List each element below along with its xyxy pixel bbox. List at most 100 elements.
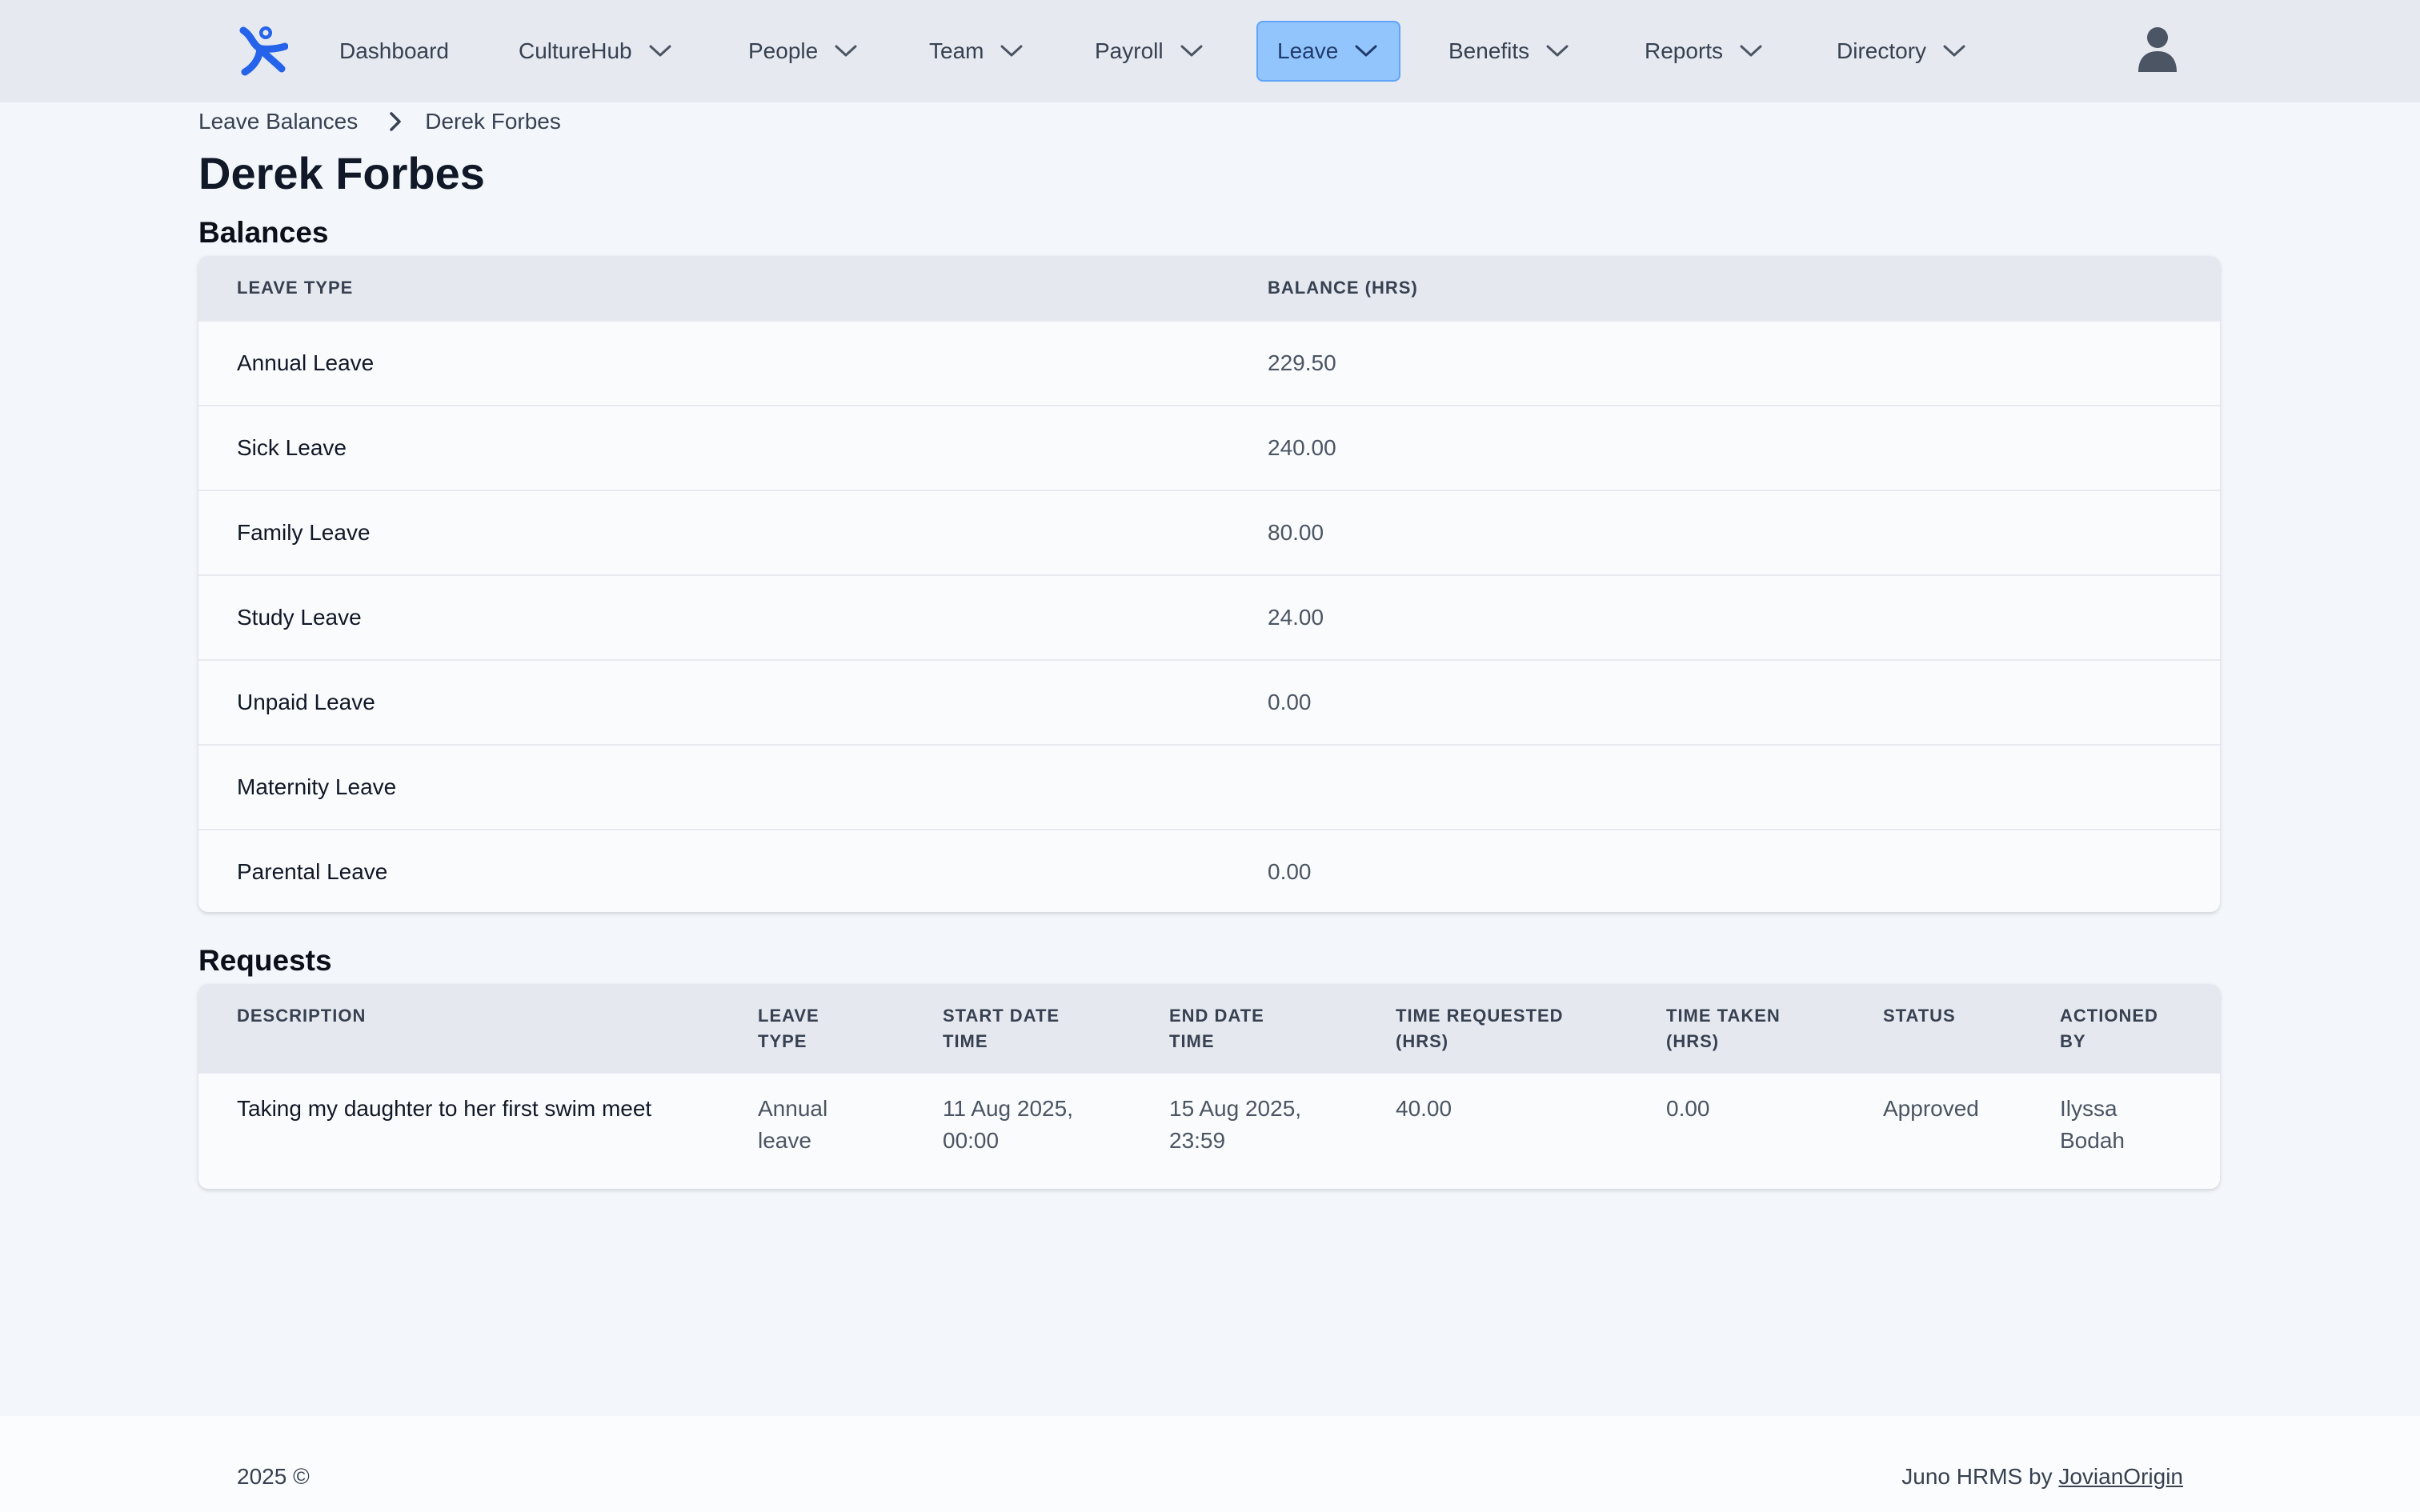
nav-leave[interactable]: Leave	[1256, 21, 1401, 82]
leave-type-cell: Unpaid Leave	[237, 690, 375, 714]
footer-credit: Juno HRMS by JovianOrigin	[1901, 1464, 2183, 1490]
table-row: Study Leave 24.00	[198, 574, 2220, 659]
balance-cell: 0.00	[1268, 690, 1312, 714]
header-line: TIME	[1169, 1031, 1215, 1051]
header-line: END DATE	[1169, 1006, 1264, 1026]
header-line: (HRS)	[1666, 1031, 1720, 1051]
cell-line: 11 Aug 2025,	[943, 1096, 1073, 1121]
start-date-cell: 11 Aug 2025, 00:00	[943, 1093, 1073, 1157]
leave-type-cell: Maternity Leave	[237, 774, 397, 799]
cell-line: Bodah	[2060, 1128, 2125, 1153]
time-requested-cell: 40.00	[1396, 1096, 1452, 1121]
user-avatar-icon[interactable]	[2135, 26, 2180, 74]
chevron-down-icon	[1943, 45, 1965, 57]
chevron-down-icon	[835, 45, 857, 57]
requests-section-title: Requests	[198, 944, 332, 977]
balance-cell: 240.00	[1268, 435, 1336, 460]
table-row: Family Leave 80.00	[198, 490, 2220, 574]
nav-dashboard[interactable]: Dashboard	[339, 21, 449, 82]
breadcrumb-link-leave-balances[interactable]: Leave Balances	[198, 109, 358, 134]
header-line: TIME REQUESTED	[1396, 1006, 1564, 1026]
leave-type-cell: Parental Leave	[237, 859, 388, 884]
balance-cell: 0.00	[1268, 859, 1312, 884]
end-date-cell: 15 Aug 2025, 23:59	[1169, 1093, 1301, 1157]
page-title: Derek Forbes	[198, 148, 485, 198]
balance-cell: 80.00	[1268, 520, 1324, 545]
footer: 2025 © Juno HRMS by JovianOrigin	[0, 1416, 2420, 1512]
header-line: TYPE	[758, 1031, 807, 1051]
status-cell: Approved	[1883, 1096, 1979, 1121]
balances-section-title: Balances	[198, 216, 329, 249]
cell-line: 15 Aug 2025,	[1169, 1096, 1302, 1121]
leave-type-cell: Family Leave	[237, 520, 371, 545]
column-header-end-date-time: END DATE TIME	[1169, 1003, 1264, 1054]
chevron-down-icon	[649, 45, 671, 57]
column-header-leave-type: LEAVE TYPE	[758, 1003, 819, 1054]
header-line: BY	[2060, 1031, 2086, 1051]
chevron-down-icon	[1546, 45, 1569, 57]
nav-benefits-label: Benefits	[1448, 38, 1530, 63]
leave-type-cell: Study Leave	[237, 605, 362, 630]
chevron-down-icon	[1740, 45, 1762, 57]
header-line: START DATE	[943, 1006, 1060, 1026]
nav-culturehub[interactable]: CultureHub	[519, 21, 672, 82]
chevron-right-icon	[390, 112, 402, 131]
nav-leave-label: Leave	[1277, 38, 1339, 63]
header-line: LEAVE	[758, 1006, 819, 1026]
column-header-balance: BALANCE (HRS)	[1268, 278, 1418, 298]
header-line: TIME	[943, 1031, 988, 1051]
nav-directory[interactable]: Directory	[1837, 21, 1966, 82]
table-row: Parental Leave 0.00	[198, 829, 2220, 912]
balances-table: LEAVE TYPE BALANCE (HRS) Annual Leave 22…	[198, 256, 2220, 912]
nav-team[interactable]: Team	[929, 21, 1024, 82]
column-header-status: STATUS	[1883, 1006, 1956, 1026]
balance-cell: 229.50	[1268, 350, 1336, 375]
header-line: TIME TAKEN	[1666, 1006, 1781, 1026]
leave-type-cell: Sick Leave	[237, 435, 347, 460]
nav-culturehub-label: CultureHub	[519, 38, 632, 63]
table-row: Taking my daughter to her first swim mee…	[198, 1074, 2220, 1189]
table-row: Annual Leave 229.50	[198, 320, 2220, 405]
cell-line: Annual	[758, 1096, 828, 1121]
description-cell: Taking my daughter to her first swim mee…	[237, 1096, 652, 1121]
cell-line: 23:59	[1169, 1128, 1226, 1153]
footer-link-jovianorigin[interactable]: JovianOrigin	[2058, 1464, 2183, 1489]
chevron-down-icon	[1180, 45, 1203, 57]
footer-copyright: 2025 ©	[237, 1464, 310, 1489]
cell-line: 00:00	[943, 1128, 1000, 1153]
column-header-actioned-by: ACTIONED BY	[2060, 1003, 2158, 1054]
table-row: Sick Leave 240.00	[198, 405, 2220, 490]
nav-team-label: Team	[929, 38, 984, 63]
breadcrumb: Leave Balances Derek Forbes	[198, 107, 561, 136]
juno-logo-icon[interactable]	[238, 24, 288, 77]
actioned-by-cell: Ilyssa Bodah	[2060, 1093, 2125, 1157]
time-taken-cell: 0.00	[1666, 1096, 1710, 1121]
table-row: Unpaid Leave 0.00	[198, 659, 2220, 744]
nav-people-label: People	[748, 38, 819, 63]
nav-dashboard-label: Dashboard	[339, 38, 449, 63]
nav-reports-label: Reports	[1645, 38, 1724, 63]
balances-table-header: LEAVE TYPE BALANCE (HRS)	[198, 256, 2220, 320]
header-line: ACTIONED	[2060, 1006, 2158, 1026]
nav-payroll-label: Payroll	[1095, 38, 1164, 63]
column-header-description: DESCRIPTION	[237, 1006, 367, 1026]
nav-reports[interactable]: Reports	[1645, 21, 1763, 82]
top-navigation-bar: Dashboard CultureHub People Team Payroll…	[0, 0, 2420, 102]
column-header-time-requested: TIME REQUESTED (HRS)	[1396, 1003, 1564, 1054]
column-header-leave-type: LEAVE TYPE	[237, 278, 354, 298]
column-header-time-taken: TIME TAKEN (HRS)	[1666, 1003, 1781, 1054]
chevron-down-icon	[1355, 45, 1377, 57]
leave-type-cell: Annual leave	[758, 1093, 827, 1157]
cell-line: leave	[758, 1128, 811, 1153]
chevron-down-icon	[1000, 45, 1023, 57]
footer-credit-text: Juno HRMS by	[1901, 1464, 2053, 1489]
nav-benefits[interactable]: Benefits	[1448, 21, 1569, 82]
table-row: Maternity Leave	[198, 744, 2220, 829]
column-header-start-date-time: START DATE TIME	[943, 1003, 1060, 1054]
nav-directory-label: Directory	[1837, 38, 1927, 63]
nav-people[interactable]: People	[748, 21, 858, 82]
cell-line: Ilyssa	[2060, 1096, 2118, 1121]
requests-table: DESCRIPTION LEAVE TYPE START DATE TIME E…	[198, 984, 2220, 1189]
nav-payroll[interactable]: Payroll	[1095, 21, 1204, 82]
breadcrumb-current: Derek Forbes	[425, 109, 561, 134]
